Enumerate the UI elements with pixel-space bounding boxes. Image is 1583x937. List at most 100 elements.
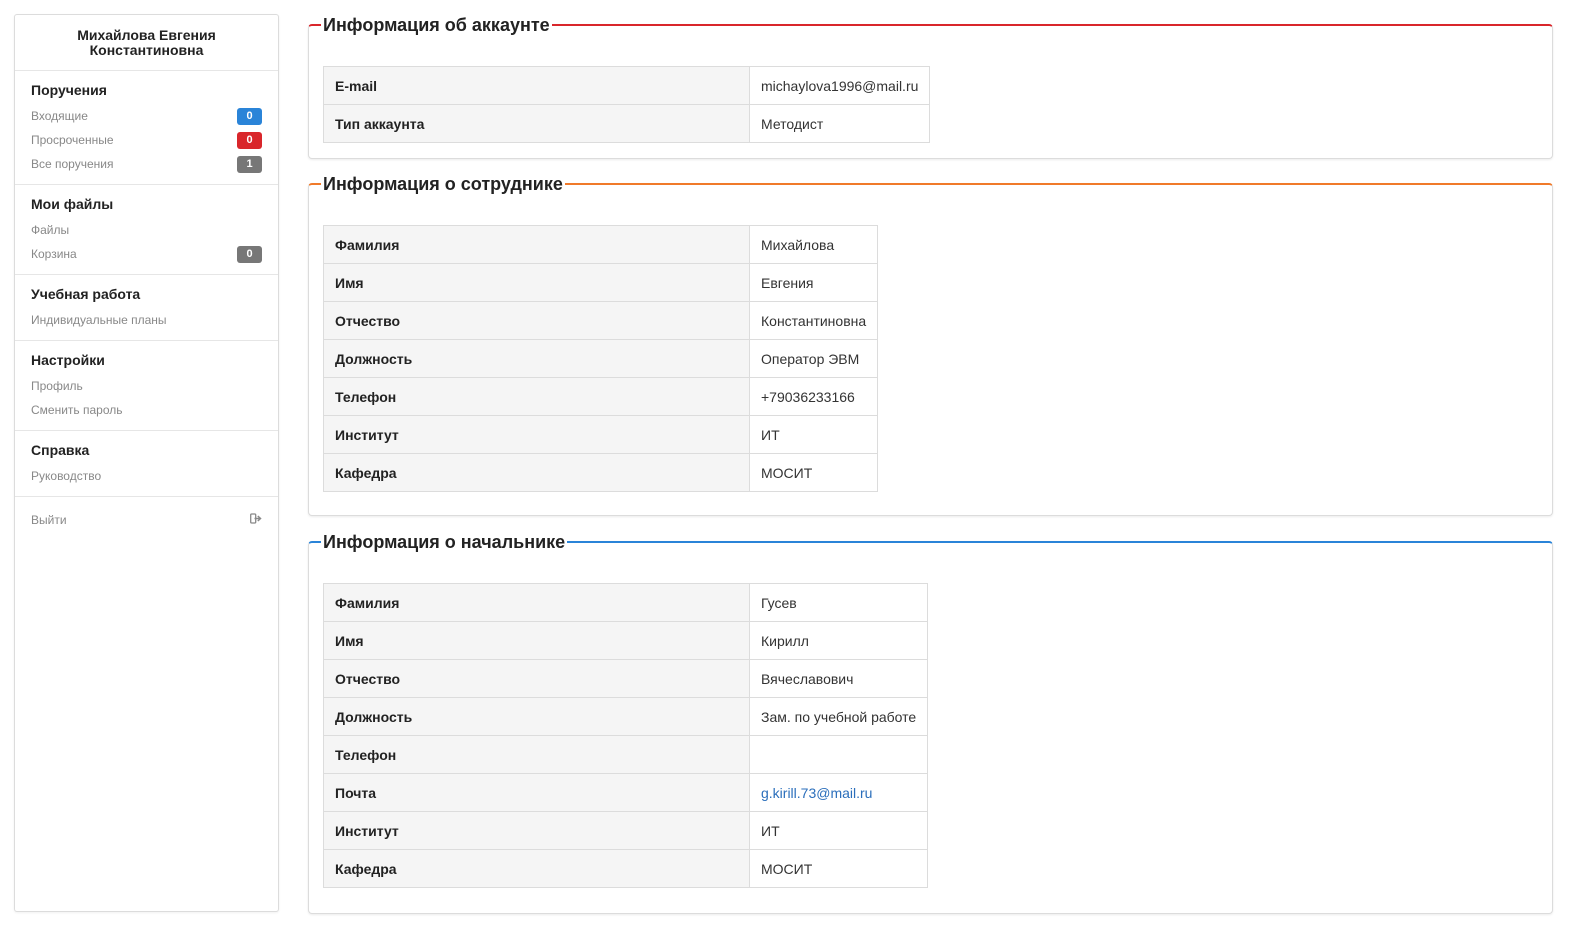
sidebar-item-change-password[interactable]: Сменить пароль [31,398,262,422]
sidebar-item-overdue[interactable]: Просроченные 0 [31,128,262,152]
field-value: Константиновна [749,301,878,340]
field-value [749,735,928,774]
table-row: Телефон [323,735,928,774]
nav-section-title: Учебная работа [31,286,141,302]
sidebar-item-all-assignments[interactable]: Все поручения 1 [31,152,262,176]
sign-out-icon [250,513,262,527]
field-label: Фамилия [323,225,750,264]
field-label: Должность [323,697,750,736]
field-label: Телефон [323,735,750,774]
table-row: Должность Оператор ЭВМ [323,339,878,378]
field-value: Вячеславович [749,659,928,698]
table-row: Телефон +79036233166 [323,377,878,416]
table-row: Отчество Вячеславович [323,659,928,698]
user-name-line1: Михайлова Евгения [77,26,216,43]
nav-section-academic-work: Учебная работа Индивидуальные планы [15,275,278,341]
boss-info-table: Фамилия Гусев Имя Кирилл Отчество Вячесл… [323,583,929,888]
sidebar-item-label: Входящие [31,109,88,123]
panel-title: Информация о сотруднике [321,173,565,195]
table-row: Тип аккаунта Методист [323,104,930,143]
sidebar-item-manual[interactable]: Руководство [31,464,262,488]
sidebar-item-label: Сменить пароль [31,403,123,417]
field-label: Кафедра [323,849,750,888]
employee-info-table: Фамилия Михайлова Имя Евгения Отчество К… [323,225,879,492]
count-badge: 0 [237,131,262,149]
field-value: g.kirill.73@mail.ru [749,773,928,812]
field-label: Институт [323,811,750,850]
sidebar-item-label: Файлы [31,223,70,237]
table-row: Отчество Константиновна [323,301,878,340]
field-value: Михайлова [749,225,878,264]
sidebar-item-label: Просроченные [31,133,114,147]
field-value: МОСИТ [749,849,928,888]
table-row: Имя Евгения [323,263,878,302]
sidebar-item-label: Индивидуальные планы [31,313,167,327]
field-label: Имя [323,621,750,660]
field-label: Фамилия [323,583,750,622]
field-label: E-mail [323,66,750,105]
boss-info-panel: Информация о начальнике Фамилия Гусев Им… [308,531,1553,914]
field-label: Тип аккаунта [323,104,750,143]
boss-email-link[interactable]: g.kirill.73@mail.ru [761,785,872,801]
panel-title: Информация о начальнике [321,531,568,553]
table-row: E-mail michaylova1996@mail.ru [323,66,930,105]
table-row: Институт ИТ [323,811,928,850]
field-label: Должность [323,339,750,378]
field-value: michaylova1996@mail.ru [749,66,930,105]
nav-section-title: Настройки [31,352,105,368]
nav-section-settings: Настройки Профиль Сменить пароль [15,341,278,431]
logout-label: Выйти [31,513,67,527]
nav-section-title: Поручения [31,82,107,98]
count-badge: 0 [237,245,262,263]
field-value: Методист [749,104,930,143]
sidebar-item-individual-plans[interactable]: Индивидуальные планы [31,308,262,332]
panel-title: Информация об аккаунте [321,14,552,36]
field-value: Гусев [749,583,928,622]
account-info-panel: Информация об аккаунте E-mail michaylova… [308,14,1553,159]
table-row: Почта g.kirill.73@mail.ru [323,773,928,812]
table-row: Фамилия Михайлова [323,225,878,264]
field-label: Кафедра [323,453,750,492]
table-row: Фамилия Гусев [323,583,928,622]
field-label: Отчество [323,659,750,698]
sidebar-item-label: Руководство [31,469,102,483]
field-label: Имя [323,263,750,302]
account-info-table: E-mail michaylova1996@mail.ru Тип аккаун… [323,66,931,143]
field-value: Кирилл [749,621,928,660]
sidebar-item-trash[interactable]: Корзина 0 [31,242,262,266]
logout-button[interactable]: Выйти [15,508,278,532]
employee-info-panel: Информация о сотруднике Фамилия Михайлов… [308,173,1553,516]
table-row: Должность Зам. по учебной работе [323,697,928,736]
user-name-line2: Константиновна [89,41,204,58]
sidebar-item-label: Корзина [31,247,77,261]
sidebar-item-profile[interactable]: Профиль [31,374,262,398]
field-value: ИТ [749,415,878,454]
field-value: Зам. по учебной работе [749,697,928,736]
user-name: Михайлова Евгения Константиновна [15,15,278,71]
sidebar-item-label: Все поручения [31,157,114,171]
nav-section-my-files: Мои файлы Файлы Корзина 0 [15,185,278,275]
sidebar: Михайлова Евгения Константиновна Поручен… [14,14,279,912]
field-label: Отчество [323,301,750,340]
sidebar-item-label: Профиль [31,379,83,393]
field-value: ИТ [749,811,928,850]
nav-section-help: Справка Руководство [15,431,278,497]
field-label: Институт [323,415,750,454]
field-value: Оператор ЭВМ [749,339,878,378]
table-row: Институт ИТ [323,415,878,454]
field-value: МОСИТ [749,453,878,492]
count-badge: 0 [237,107,262,125]
nav-section-title: Мои файлы [31,196,114,212]
field-label: Телефон [323,377,750,416]
sidebar-item-files[interactable]: Файлы [31,218,262,242]
nav-section-assignments: Поручения Входящие 0 Просроченные 0 Все … [15,71,278,185]
field-value: Евгения [749,263,878,302]
nav-section-title: Справка [31,442,90,458]
table-row: Имя Кирилл [323,621,928,660]
field-value: +79036233166 [749,377,878,416]
table-row: Кафедра МОСИТ [323,453,878,492]
sidebar-item-incoming[interactable]: Входящие 0 [31,104,262,128]
field-label: Почта [323,773,750,812]
count-badge: 1 [237,155,262,173]
table-row: Кафедра МОСИТ [323,849,928,888]
